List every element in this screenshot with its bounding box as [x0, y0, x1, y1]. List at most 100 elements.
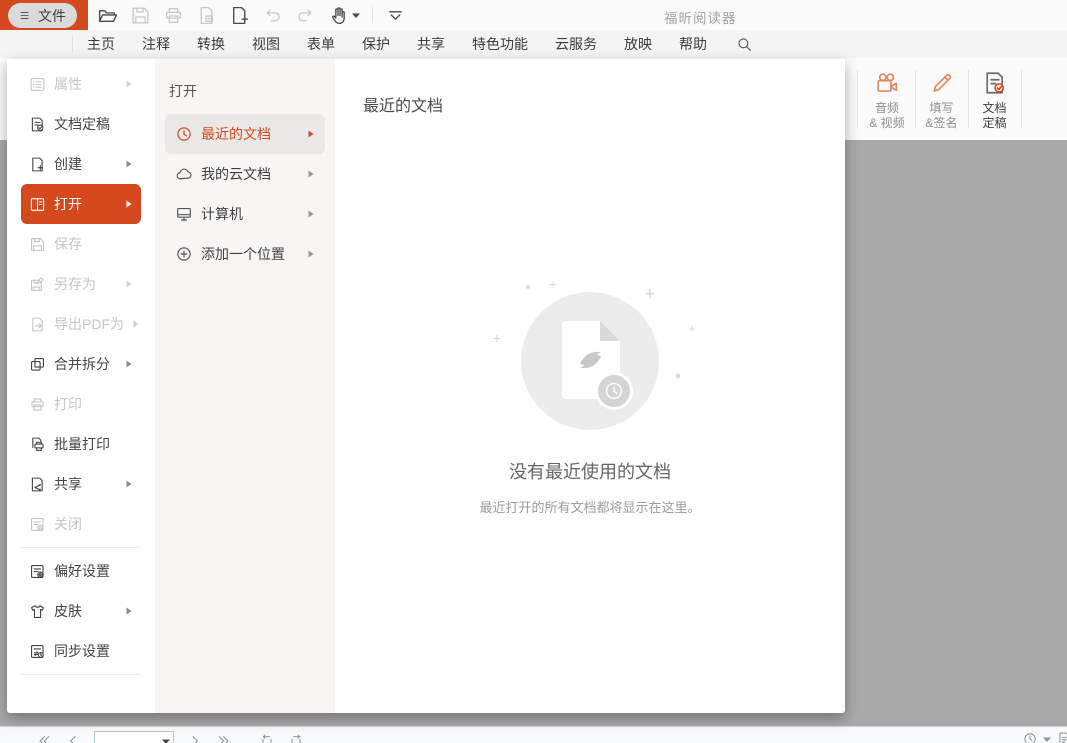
ribbon-label: 定稿 [982, 116, 1006, 131]
file-menu-button[interactable]: 文件 [8, 3, 77, 28]
print-button[interactable] [163, 5, 184, 26]
recent-docs-content: 最近的文档 + + + + 没有最近使用的文档 最近 [335, 59, 845, 713]
sidebar-item-label: 同步设置 [54, 641, 133, 661]
open-item-label: 我的云文档 [201, 164, 299, 184]
tab-protect[interactable]: 保护 [362, 34, 390, 54]
sidebar-item-skin[interactable]: 皮肤 [21, 591, 141, 631]
tshirt-icon [29, 603, 46, 620]
submenu-arrow-icon [132, 319, 140, 329]
sidebar-item-sync-settings[interactable]: 同步设置 [21, 631, 141, 671]
page-number-input[interactable] [95, 733, 162, 743]
submenu-arrow-icon [307, 169, 315, 179]
tab-form[interactable]: 表单 [307, 34, 335, 54]
status-doc-icon[interactable] [1056, 731, 1067, 743]
prev-view-button[interactable] [259, 733, 275, 743]
submenu-arrow-icon [125, 359, 133, 369]
video-camera-icon [874, 70, 900, 96]
tab-features[interactable]: 特色功能 [472, 34, 528, 54]
merge-icon [29, 356, 46, 373]
sidebar-item-doc-finalize[interactable]: 文档定稿 [21, 104, 141, 144]
ribbon-label: 文档 [982, 101, 1006, 116]
toolbar-separator [372, 7, 373, 23]
sidebar-item-properties[interactable]: 属性 [21, 64, 141, 104]
doc-gear-icon [29, 563, 46, 580]
copy-page-button[interactable] [196, 5, 217, 26]
ribbon-label: 填写 [925, 101, 957, 116]
open-submenu-panel: 打开 最近的文档 我的云文档 计算机 添加一个位置 [155, 59, 335, 713]
clock-badge [595, 372, 633, 410]
prev-page-button[interactable] [65, 733, 81, 743]
sidebar-item-close[interactable]: 关闭 [21, 504, 141, 544]
sidebar-item-preferences[interactable]: 偏好设置 [21, 551, 141, 591]
window-title: 福昕阅读器 [664, 7, 737, 27]
sidebar-item-label: 合并拆分 [54, 354, 117, 374]
tab-cloud-service[interactable]: 云服务 [555, 34, 597, 54]
tab-home[interactable]: 主页 [87, 34, 115, 54]
open-item-computer[interactable]: 计算机 [165, 194, 325, 234]
batch-print-icon [29, 436, 46, 453]
sidebar-item-create[interactable]: 创建 [21, 144, 141, 184]
submenu-arrow-icon [307, 209, 315, 219]
clock-icon [603, 380, 625, 402]
submenu-arrow-icon [125, 199, 133, 209]
submenu-arrow-icon [125, 479, 133, 489]
next-page-button[interactable] [187, 733, 203, 743]
last-page-button[interactable] [216, 733, 232, 743]
doc-plus-icon [29, 156, 46, 173]
tab-comment[interactable]: 注释 [142, 34, 170, 54]
book-open-icon [29, 196, 46, 213]
tab-help[interactable]: 帮助 [679, 34, 707, 54]
doc-check-icon [29, 116, 46, 133]
submenu-arrow-icon [125, 606, 133, 616]
open-item-cloud-docs[interactable]: 我的云文档 [165, 154, 325, 194]
reading-history-button[interactable] [1022, 731, 1038, 743]
sidebar-item-label: 另存为 [54, 274, 117, 294]
ribbon-button-doc-finalize[interactable]: 文档定稿 [970, 64, 1019, 136]
file-button-label: 文件 [38, 6, 66, 26]
sidebar-item-label: 皮肤 [54, 601, 117, 621]
search-icon[interactable] [736, 36, 753, 53]
ribbon-label: & 视频 [869, 116, 904, 131]
sidebar-item-open[interactable]: 打开 [21, 184, 141, 224]
hand-tool-icon [328, 5, 349, 26]
tab-share[interactable]: 共享 [417, 34, 445, 54]
submenu-arrow-icon [125, 279, 133, 289]
ribbon-button-fill-sign[interactable]: 填写&签名 [917, 64, 966, 136]
sidebar-item-share[interactable]: 共享 [21, 464, 141, 504]
sidebar-item-save-as[interactable]: 另存为 [21, 264, 141, 304]
file-menu-panel: 属性 文档定稿 创建 打开 保存 另存为 导出PDF为 合并拆分 打印 批量打印… [7, 59, 845, 713]
new-document-button[interactable] [229, 5, 250, 26]
doc-close-icon [29, 516, 46, 533]
open-item-recent-docs[interactable]: 最近的文档 [165, 114, 325, 154]
hand-tool-button[interactable] [328, 5, 360, 26]
caret-down-icon [352, 13, 360, 18]
sidebar-item-print[interactable]: 打印 [21, 384, 141, 424]
tab-view[interactable]: 视图 [252, 34, 280, 54]
undo-button[interactable] [262, 5, 283, 26]
content-title: 最近的文档 [363, 92, 443, 116]
open-file-button[interactable] [97, 5, 118, 26]
tab-convert[interactable]: 转换 [197, 34, 225, 54]
sidebar-item-label: 打开 [54, 194, 117, 214]
page-number-box[interactable] [94, 731, 174, 743]
save-button[interactable] [130, 5, 151, 26]
redo-button[interactable] [295, 5, 316, 26]
sidebar-item-label: 打印 [54, 394, 133, 414]
sidebar-item-export-pdf[interactable]: 导出PDF为 [21, 304, 141, 344]
ribbon-button-audio-video[interactable]: 音频& 视频 [860, 64, 914, 136]
next-view-button[interactable] [288, 733, 304, 743]
menu-tabs: 主页 注释 转换 视图 表单 保护 共享 特色功能 云服务 放映 帮助 [87, 30, 753, 58]
open-item-add-place[interactable]: 添加一个位置 [165, 234, 325, 274]
properties-icon [29, 76, 46, 93]
sidebar-item-save[interactable]: 保存 [21, 224, 141, 264]
cloud-icon [175, 165, 193, 183]
sidebar-item-batch-print[interactable]: 批量打印 [21, 424, 141, 464]
customize-quick-access-button[interactable] [385, 5, 406, 26]
sidebar-item-merge-split[interactable]: 合并拆分 [21, 344, 141, 384]
empty-docs-illustration [521, 292, 659, 430]
ribbon-label: 音频 [869, 101, 904, 116]
sidebar-item-label: 偏好设置 [54, 561, 133, 581]
tab-slideshow[interactable]: 放映 [624, 34, 652, 54]
empty-title: 没有最近使用的文档 [335, 458, 845, 484]
first-page-button[interactable] [36, 733, 52, 743]
